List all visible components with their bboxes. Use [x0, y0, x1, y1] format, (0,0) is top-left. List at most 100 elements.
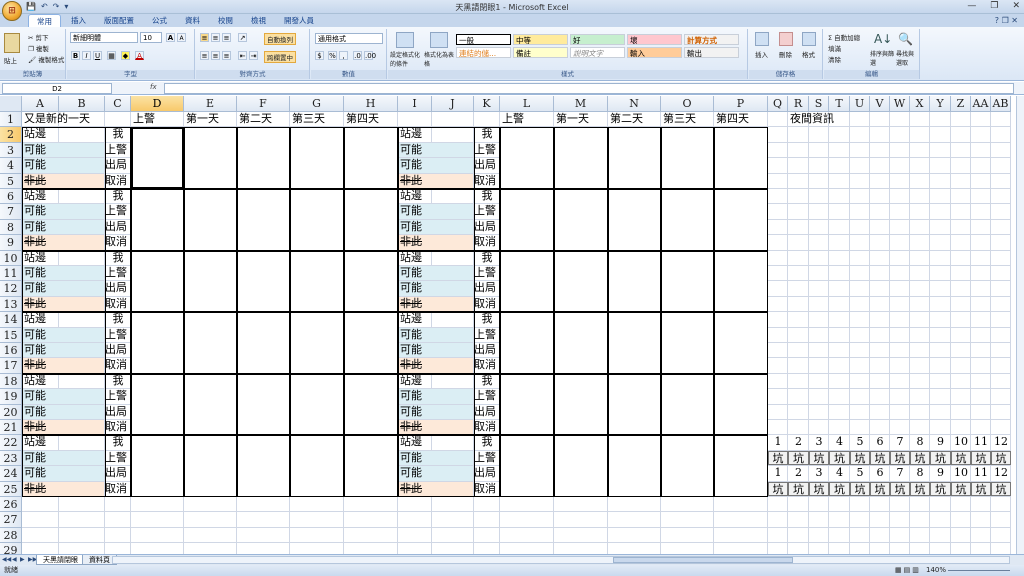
row-header[interactable]: 4	[0, 158, 22, 174]
prev-sheet-icon[interactable]: ◀	[12, 555, 17, 565]
column-header[interactable]: E	[184, 96, 237, 112]
row-header[interactable]: 11	[0, 266, 22, 282]
block-status-cell[interactable]: 可能	[24, 451, 46, 465]
merged-cell[interactable]	[185, 313, 236, 373]
column-header[interactable]: G	[290, 96, 344, 112]
pit-label-cell[interactable]: 坑	[809, 450, 829, 466]
block-action-cell[interactable]: 取消	[474, 358, 500, 372]
block-action-cell[interactable]: 上警	[474, 451, 500, 465]
block-status-cell[interactable]: 非此	[400, 297, 422, 311]
merged-cell[interactable]	[238, 313, 289, 373]
format-as-table-button[interactable]: 格式化為表格	[424, 50, 454, 68]
block-action-cell[interactable]: 上警	[105, 451, 131, 465]
column-header[interactable]: Q	[768, 96, 788, 112]
pit-label-cell[interactable]: 坑	[890, 481, 910, 496]
sort-filter-button[interactable]: 排序與篩選	[870, 49, 894, 67]
increase-indent-button[interactable]: ⇥	[249, 51, 258, 60]
row-header[interactable]: 24	[0, 466, 22, 482]
block-action-cell[interactable]: 取消	[105, 358, 131, 372]
merged-cell[interactable]	[345, 436, 397, 496]
row-header[interactable]: 20	[0, 404, 22, 420]
merged-cell[interactable]	[345, 313, 397, 373]
column-header[interactable]: S	[809, 96, 829, 112]
merged-cell[interactable]	[609, 190, 660, 250]
pit-number-cell[interactable]: 4	[829, 435, 850, 449]
help-icon[interactable]: ? ❐ ✕	[995, 16, 1018, 25]
merged-cell[interactable]	[501, 374, 553, 435]
pit-label-cell[interactable]: 坑	[850, 450, 870, 466]
pit-number-cell[interactable]: 6	[870, 466, 890, 480]
pit-label-cell[interactable]: 坑	[971, 481, 991, 496]
cell-style-option[interactable]: 說明文字	[570, 47, 625, 58]
merged-cell[interactable]	[662, 190, 713, 250]
row-header[interactable]: 22	[0, 435, 22, 451]
merged-cell[interactable]	[662, 251, 713, 312]
column-header[interactable]: T	[829, 96, 850, 112]
worksheet-grid[interactable]: A B C D E F G H I J K L M N O P Q R S T U V W X Y Z AA AB 1 2 3 4 5 6 7 8 9 1…	[0, 96, 1024, 554]
column-header[interactable]: C	[105, 96, 131, 112]
pit-label-cell[interactable]: 坑	[910, 450, 930, 466]
row-header[interactable]: 29	[0, 543, 22, 554]
pit-label-cell[interactable]: 坑	[951, 450, 971, 466]
merged-cell[interactable]	[715, 313, 767, 373]
block-action-cell[interactable]: 我	[474, 189, 500, 203]
bold-button[interactable]: B	[71, 51, 80, 60]
decrease-indent-button[interactable]: ⇤	[238, 51, 247, 60]
cell-style-option[interactable]: 計算方式	[684, 34, 739, 45]
name-box[interactable]: D2	[2, 83, 112, 94]
cell-style-option[interactable]: 輸出	[684, 47, 739, 58]
block-action-cell[interactable]: 上警	[474, 389, 500, 403]
align-right-button[interactable]: ≡	[222, 51, 231, 60]
block-status-cell[interactable]: 站邊	[24, 435, 46, 449]
format-cells-button[interactable]: 格式	[802, 49, 815, 59]
column-header[interactable]: N	[608, 96, 661, 112]
block-status-cell[interactable]: 非此	[24, 358, 46, 372]
pit-label-cell[interactable]: 坑	[971, 450, 991, 466]
office-button[interactable]: ⊞	[2, 1, 22, 21]
pit-label-cell[interactable]: 坑	[910, 481, 930, 496]
block-action-cell[interactable]: 上警	[105, 389, 131, 403]
row1-label-a[interactable]: 又是新的一天	[24, 112, 90, 126]
merged-cell[interactable]	[185, 128, 236, 188]
block-action-cell[interactable]: 取消	[105, 297, 131, 311]
find-select-button[interactable]: 尋找與選取	[896, 49, 918, 67]
merge-center-button[interactable]: 跨欄置中	[264, 51, 296, 63]
pit-number-cell[interactable]: 10	[951, 466, 971, 480]
merged-cell[interactable]	[238, 128, 289, 188]
block-action-cell[interactable]: 出局	[474, 281, 500, 295]
insert-cells-button[interactable]: 插入	[755, 49, 768, 59]
block-action-cell[interactable]: 出局	[474, 343, 500, 357]
merged-cell[interactable]	[185, 251, 236, 312]
pit-label-cell[interactable]: 坑	[850, 481, 870, 496]
column-header[interactable]: R	[788, 96, 809, 112]
merged-cell[interactable]	[291, 436, 343, 496]
decrease-decimal-button[interactable]: .00	[364, 51, 376, 60]
vertical-scrollbar[interactable]	[1016, 96, 1024, 554]
merged-cell[interactable]	[185, 374, 236, 435]
pit-number-cell[interactable]: 11	[971, 466, 991, 480]
pit-number-cell[interactable]: 7	[890, 466, 910, 480]
block-action-cell[interactable]: 出局	[105, 220, 131, 234]
row-header[interactable]: 2	[0, 127, 22, 143]
first-sheet-icon[interactable]: ◀◀	[2, 555, 11, 565]
minimize-icon[interactable]: —	[967, 1, 976, 11]
align-center-button[interactable]: ≡	[211, 51, 220, 60]
clear-button[interactable]: 清除	[828, 54, 841, 64]
insert-function-icon[interactable]: fx	[150, 83, 157, 91]
pit-number-cell[interactable]: 3	[809, 466, 829, 480]
cell-style-option[interactable]: 輸入	[627, 47, 682, 58]
row1-label-p[interactable]: 第四天	[716, 112, 749, 126]
pit-label-cell[interactable]: 坑	[788, 450, 809, 466]
tab-page-layout[interactable]: 版面配置	[96, 14, 142, 27]
block-action-cell[interactable]: 我	[105, 127, 131, 141]
block-status-cell[interactable]: 可能	[400, 405, 422, 419]
merged-cell[interactable]	[501, 190, 553, 250]
block-action-cell[interactable]: 出局	[105, 466, 131, 480]
block-status-cell[interactable]: 站邊	[24, 189, 46, 203]
row-header[interactable]: 14	[0, 312, 22, 328]
column-header[interactable]: Z	[951, 96, 971, 112]
merged-cell[interactable]	[345, 128, 397, 188]
block-status-cell[interactable]: 可能	[400, 451, 422, 465]
row-header[interactable]: 18	[0, 373, 22, 390]
align-left-button[interactable]: ≡	[200, 51, 209, 60]
